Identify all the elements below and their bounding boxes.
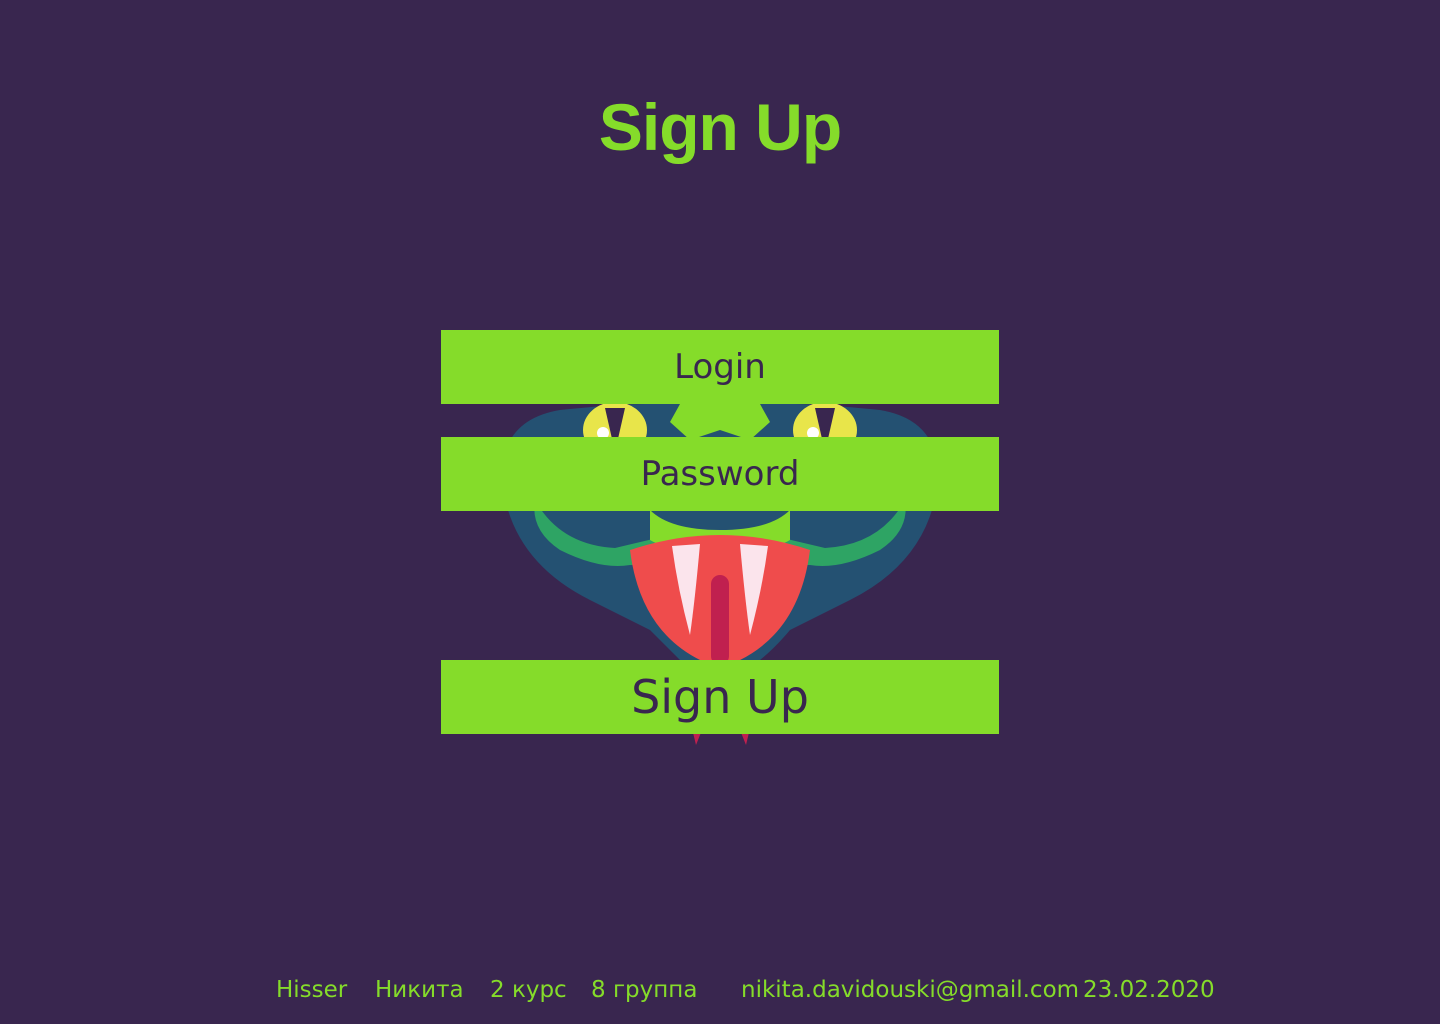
signup-page: Sign Up Sign Up Hisser Никита 2 курс 8 г…	[0, 0, 1440, 1024]
footer-course: 2 курс	[490, 977, 567, 1003]
footer-date: 23.02.2020	[1083, 977, 1215, 1003]
login-input[interactable]	[441, 330, 999, 404]
page-title: Sign Up	[598, 90, 842, 164]
footer: Hisser Никита 2 курс 8 группа nikita.dav…	[0, 974, 1440, 1008]
footer-author-name: Никита	[375, 977, 464, 1003]
password-input[interactable]	[441, 437, 999, 511]
footer-email: nikita.davidouski@gmail.com	[741, 977, 1080, 1003]
footer-group: 8 группа	[591, 977, 698, 1003]
sign-up-button[interactable]: Sign Up	[441, 660, 999, 734]
footer-brand: Hisser	[276, 977, 348, 1003]
